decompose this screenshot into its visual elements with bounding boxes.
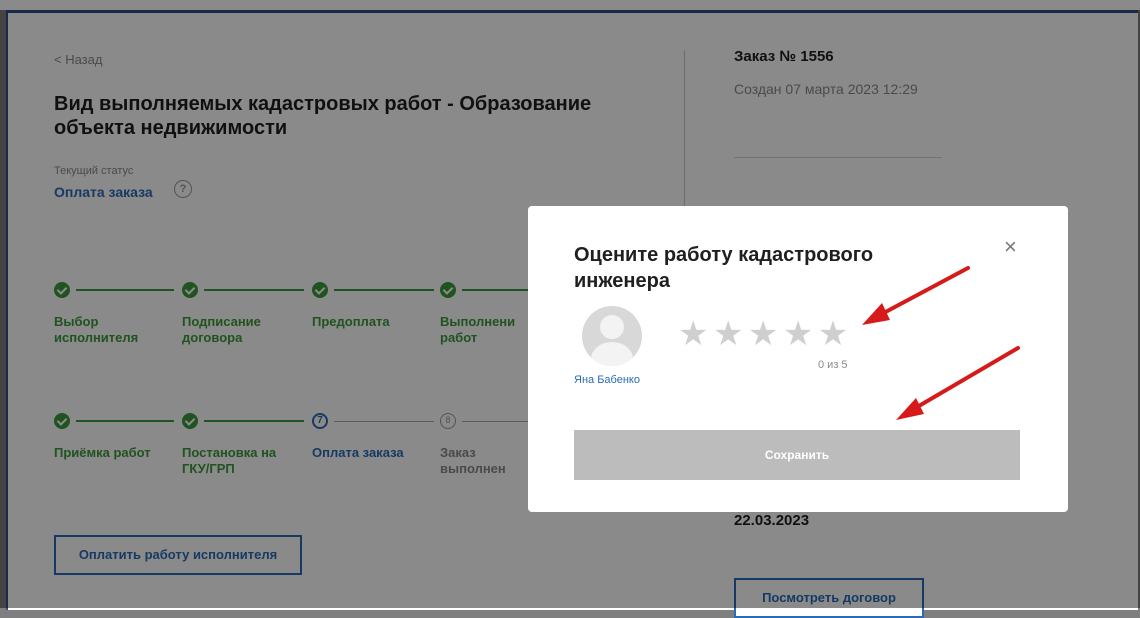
red-arrow-icon (862, 266, 970, 325)
annotation-arrows (862, 266, 1020, 420)
red-arrow-icon (896, 346, 1020, 420)
